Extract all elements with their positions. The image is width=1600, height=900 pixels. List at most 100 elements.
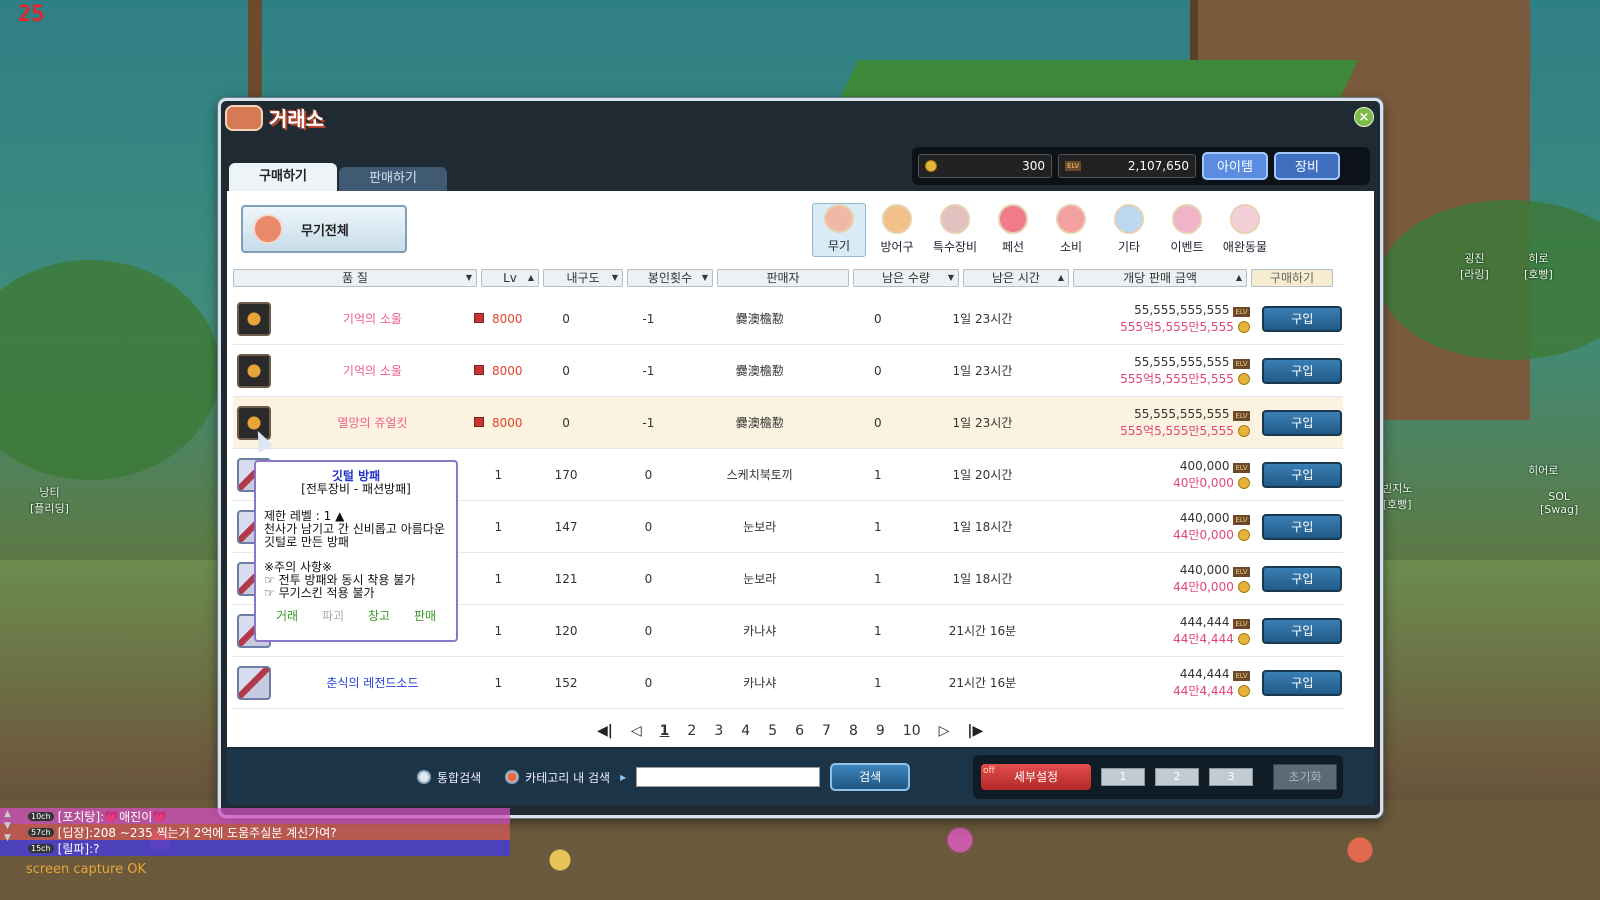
preset-slot-1[interactable]: 1 — [1101, 768, 1145, 786]
armor-icon — [882, 204, 912, 234]
page-10[interactable]: 10 — [903, 723, 921, 739]
category-consumable[interactable]: 소비 — [1044, 203, 1098, 257]
tab-buy[interactable]: 구매하기 — [229, 163, 337, 191]
radio-all-search[interactable]: 통합검색 — [417, 769, 481, 786]
detail-settings-button[interactable]: off 세부설정 — [981, 764, 1091, 790]
page-8[interactable]: 8 — [849, 723, 858, 739]
radio-icon — [417, 770, 431, 784]
col-durability[interactable]: 내구도 ▼ — [543, 269, 623, 287]
preset-slot-2[interactable]: 2 — [1155, 768, 1199, 786]
page-3[interactable]: 3 — [714, 723, 723, 739]
channel-badge: 10ch — [28, 811, 54, 821]
weapon-all-button[interactable]: 무기전체 — [241, 205, 407, 253]
last-page-icon[interactable]: |▶ — [967, 723, 983, 739]
item-level-cell: 8000 — [469, 364, 527, 378]
currency-panel: 300 ELV 2,107,650 아이템 장비 — [912, 147, 1370, 185]
buy-button[interactable]: 구입 — [1262, 617, 1343, 644]
chat-scroll-arrows[interactable]: ▲ ▼ ▼ — [4, 808, 11, 844]
prev-page-icon[interactable]: ◁ — [631, 723, 642, 739]
search-input[interactable] — [636, 767, 821, 787]
buy-button[interactable]: 구입 — [1262, 565, 1343, 592]
page-5[interactable]: 5 — [768, 723, 777, 739]
storage-action[interactable]: 창고 — [368, 610, 390, 623]
page-7[interactable]: 7 — [822, 723, 831, 739]
buy-button[interactable]: 구입 — [1262, 461, 1343, 488]
page-1[interactable]: 1 — [660, 723, 670, 739]
buy-button[interactable]: 구입 — [1262, 357, 1343, 384]
category-pet[interactable]: 애완동물 — [1218, 203, 1272, 257]
tab-sell[interactable]: 판매하기 — [339, 167, 447, 191]
sell-action[interactable]: 판매 — [414, 610, 436, 623]
detail-label: 세부설정 — [1013, 770, 1059, 784]
channel-counter: 25 — [18, 2, 45, 27]
category-label: 방어구 — [880, 240, 914, 254]
table-row[interactable]: 기억의 소울 8000 0 -1 爨澳檐懃 0 1일 23시간 55,555,5… — [233, 345, 1343, 397]
category-label: 특수장비 — [932, 240, 978, 254]
item-seller: 눈보라 — [743, 572, 777, 586]
window-title-bar[interactable]: 거래소 — [225, 103, 324, 132]
item-price-cell: 55,555,555,555 ELV 555억5,555만5,555 — [1037, 303, 1262, 335]
item-time-left: 1일 23시간 — [952, 364, 1013, 378]
category-bar: 무기 방어구 특수장비 페선 소비 기타 이벤트 애완동물 — [812, 203, 1272, 257]
table-row[interactable]: 춘식의 레전드소드 1 152 0 카나샤 1 21시간 16분 444,444… — [233, 657, 1343, 709]
item-time-left: 21시간 16분 — [948, 624, 1017, 638]
destroy-action[interactable]: 파괴 — [322, 610, 344, 623]
category-weapon[interactable]: 무기 — [812, 203, 866, 257]
sort-arrow-icon: ▲ — [1057, 273, 1064, 282]
npc-guild: [호빵] — [1382, 498, 1412, 511]
mesos-icon: ELV — [1233, 410, 1250, 421]
soul-icon[interactable] — [237, 301, 272, 336]
item-level: 1 — [494, 623, 503, 638]
col-label: 품 질 — [342, 271, 368, 285]
dropdown-arrow-icon: ▼ — [701, 273, 708, 282]
category-armor[interactable]: 방어구 — [870, 203, 924, 257]
preset-slot-3[interactable]: 3 — [1209, 768, 1253, 786]
sort-arrow-icon: ▲ — [1235, 273, 1242, 282]
search-button[interactable]: 검색 — [830, 763, 911, 791]
table-row[interactable]: 기억의 소울 8000 0 -1 爨澳檐懃 0 1일 23시간 55,555,5… — [233, 293, 1343, 345]
buy-button[interactable]: 구입 — [1262, 305, 1343, 332]
col-time[interactable]: 남은 시간 ▲ — [963, 269, 1069, 287]
item-button[interactable]: 아이템 — [1202, 152, 1268, 180]
col-price[interactable]: 개당 판매 금액 ▲ — [1073, 269, 1247, 287]
category-fashion[interactable]: 페선 — [986, 203, 1040, 257]
reset-button[interactable]: 초기화 — [1273, 764, 1337, 790]
window-title: 거래소 — [269, 107, 325, 131]
buy-button[interactable]: 구입 — [1262, 669, 1343, 696]
col-label: 남은 시간 — [992, 271, 1040, 285]
col-quantity[interactable]: 남은 수량 ▼ — [853, 269, 959, 287]
col-label: 남은 수량 — [882, 271, 930, 285]
page-6[interactable]: 6 — [795, 723, 804, 739]
buy-button[interactable]: 구입 — [1262, 409, 1343, 436]
mesos-icon: ELV — [1233, 358, 1250, 369]
page-2[interactable]: 2 — [687, 723, 696, 739]
category-etc[interactable]: 기타 — [1102, 203, 1156, 257]
first-page-icon[interactable]: ◀| — [597, 723, 613, 739]
item-level: 8000 — [492, 415, 523, 430]
col-label: 개당 판매 금액 — [1123, 271, 1197, 285]
sword-icon[interactable] — [237, 665, 272, 700]
wooden-pole — [248, 0, 262, 100]
coin-icon — [1237, 529, 1250, 541]
equip-button[interactable]: 장비 — [1274, 152, 1340, 180]
col-seal[interactable]: 봉인횟수 ▼ — [627, 269, 713, 287]
npc-guild: [호빵] — [1524, 268, 1553, 281]
table-row[interactable]: 멸망의 쥬얼킷 8000 0 -1 爨澳檐懃 0 1일 23시간 55,555,… — [233, 397, 1343, 449]
page-9[interactable]: 9 — [876, 723, 885, 739]
col-quality[interactable]: 품 질 ▼ — [233, 269, 477, 287]
item-seller: 爨澳檐懃 — [735, 364, 784, 378]
etc-icon — [1114, 204, 1144, 234]
close-button[interactable]: × — [1354, 107, 1374, 127]
next-page-icon[interactable]: ▷ — [939, 723, 950, 739]
buy-button[interactable]: 구입 — [1262, 513, 1343, 540]
page-4[interactable]: 4 — [741, 723, 750, 739]
category-special[interactable]: 특수장비 — [928, 203, 982, 257]
radio-label: 카테고리 내 검색 — [525, 770, 611, 785]
soul-icon[interactable] — [237, 353, 272, 388]
item-level-cell: 1 — [469, 572, 527, 586]
trade-action[interactable]: 거래 — [276, 610, 298, 623]
channel-badge: 57ch — [28, 827, 54, 837]
radio-category-search[interactable]: 카테고리 내 검색 — [505, 769, 610, 786]
col-level[interactable]: Lv ▲ — [481, 269, 539, 287]
category-event[interactable]: 이벤트 — [1160, 203, 1214, 257]
